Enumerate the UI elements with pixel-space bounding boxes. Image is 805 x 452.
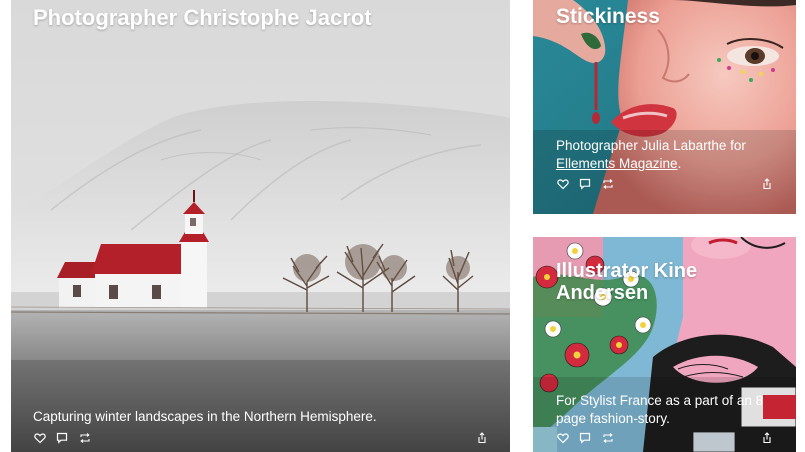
post-title[interactable]: Stickiness xyxy=(556,5,660,29)
share-icon[interactable] xyxy=(761,432,773,444)
winter-church-photo xyxy=(11,0,510,452)
comment-icon[interactable] xyxy=(56,432,68,444)
post-description: For Stylist France as a part of an 8 pag… xyxy=(556,393,764,426)
heart-icon[interactable] xyxy=(34,432,46,444)
heart-icon[interactable] xyxy=(557,178,569,190)
post-card-andersen[interactable]: Illustrator Kine Andersen For Stylist Fr… xyxy=(533,237,796,452)
post-description: Capturing winter landscapes in the North… xyxy=(33,409,377,424)
post-title[interactable]: Illustrator Kine Andersen xyxy=(556,260,756,304)
share-icon[interactable] xyxy=(476,432,488,444)
repost-icon[interactable] xyxy=(79,432,91,444)
post-title[interactable]: Photographer Christophe Jacrot xyxy=(33,6,372,30)
post-card-stickiness[interactable]: Stickiness Photographer Julia Labarthe f… xyxy=(533,0,796,214)
repost-icon[interactable] xyxy=(602,178,614,190)
post-actions xyxy=(11,432,510,446)
title-line-2: Andersen xyxy=(556,281,649,304)
title-line-1: Illustrator Kine xyxy=(556,260,698,282)
post-actions xyxy=(533,432,796,446)
repost-icon[interactable] xyxy=(602,432,614,444)
post-card-jacrot[interactable]: Photographer Christophe Jacrot Capturing… xyxy=(11,0,510,452)
heart-icon[interactable] xyxy=(557,432,569,444)
description-text: Photographer Julia Labarthe for xyxy=(556,138,746,153)
description-period: . xyxy=(677,155,682,171)
post-description: Photographer Julia Labarthe for Ellement… xyxy=(556,137,786,172)
share-icon[interactable] xyxy=(761,178,773,190)
post-actions xyxy=(533,178,796,192)
magazine-link[interactable]: Ellements Magazine xyxy=(556,156,678,171)
comment-icon[interactable] xyxy=(579,432,591,444)
comment-icon[interactable] xyxy=(579,178,591,190)
